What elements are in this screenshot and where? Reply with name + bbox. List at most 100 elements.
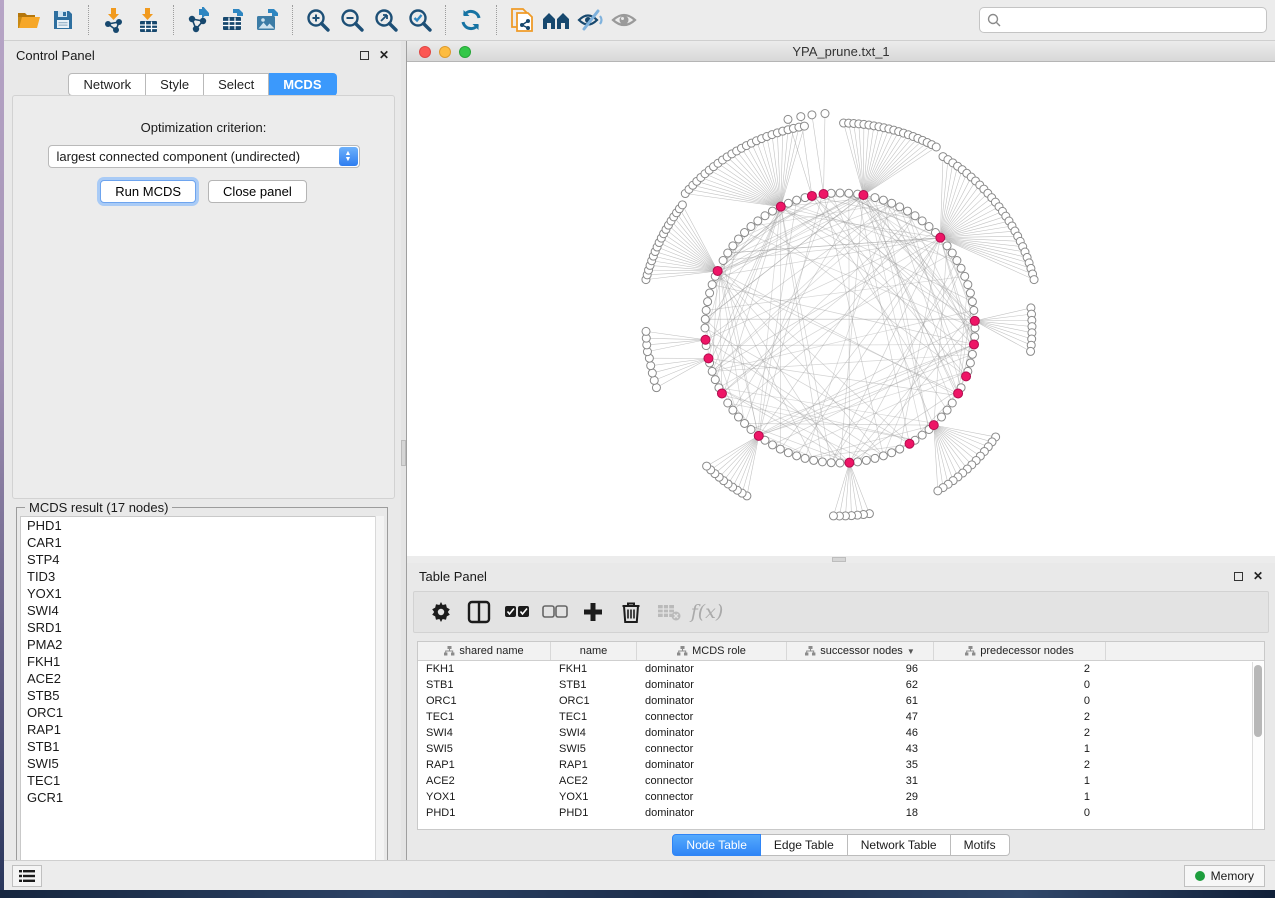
close-panel-icon[interactable]: ✕ bbox=[1253, 570, 1263, 582]
tab-mcds[interactable]: MCDS bbox=[269, 73, 336, 96]
graph-node[interactable] bbox=[904, 207, 912, 215]
save-icon[interactable] bbox=[46, 4, 80, 36]
graph-hub-node[interactable] bbox=[713, 266, 722, 275]
graph-node[interactable] bbox=[776, 445, 784, 453]
graph-node[interactable] bbox=[769, 207, 777, 215]
graph-node[interactable] bbox=[706, 289, 714, 297]
show-all-icon[interactable] bbox=[607, 4, 641, 36]
table-row[interactable]: STB1STB1dominator620 bbox=[418, 677, 1264, 693]
graph-node[interactable] bbox=[741, 229, 749, 237]
network-window-titlebar[interactable]: YPA_prune.txt_1 bbox=[407, 41, 1275, 62]
graph-leaf-node[interactable] bbox=[784, 115, 792, 123]
graph-hub-node[interactable] bbox=[754, 431, 763, 440]
graph-leaf-node[interactable] bbox=[934, 487, 942, 495]
table-row[interactable]: SWI5SWI5connector431 bbox=[418, 741, 1264, 757]
graph-node[interactable] bbox=[937, 413, 945, 421]
window-close-icon[interactable] bbox=[419, 46, 431, 58]
list-item[interactable]: CAR1 bbox=[21, 534, 383, 551]
open-folder-icon[interactable] bbox=[12, 4, 46, 36]
graph-hub-node[interactable] bbox=[905, 439, 914, 448]
optimization-criterion-select[interactable]: largest connected component (undirected)… bbox=[48, 145, 360, 168]
import-table-icon[interactable] bbox=[131, 4, 165, 36]
graph-node[interactable] bbox=[708, 367, 716, 375]
graph-node[interactable] bbox=[896, 203, 904, 211]
select-all-icon[interactable] bbox=[502, 597, 532, 627]
graph-node[interactable] bbox=[735, 235, 743, 243]
graph-node[interactable] bbox=[827, 459, 835, 467]
graph-node[interactable] bbox=[957, 264, 965, 272]
memory-button[interactable]: Memory bbox=[1184, 865, 1265, 887]
graph-node[interactable] bbox=[879, 196, 887, 204]
graph-node[interactable] bbox=[784, 449, 792, 457]
first-neighbors-icon[interactable] bbox=[539, 4, 573, 36]
graph-node[interactable] bbox=[754, 217, 762, 225]
graph-node[interactable] bbox=[724, 249, 732, 257]
graph-leaf-node[interactable] bbox=[642, 327, 650, 335]
close-panel-button[interactable]: Close panel bbox=[208, 180, 307, 203]
window-maximize-icon[interactable] bbox=[459, 46, 471, 58]
graph-node[interactable] bbox=[918, 217, 926, 225]
graph-node[interactable] bbox=[818, 458, 826, 466]
list-item[interactable]: ORC1 bbox=[21, 704, 383, 721]
graph-node[interactable] bbox=[793, 196, 801, 204]
graph-node[interactable] bbox=[747, 425, 755, 433]
graph-node[interactable] bbox=[769, 441, 777, 449]
delete-column-icon[interactable] bbox=[616, 597, 646, 627]
mcds-result-list[interactable]: PHD1CAR1STP4TID3YOX1SWI4SRD1PMA2FKH1ACE2… bbox=[20, 516, 384, 875]
graph-node[interactable] bbox=[711, 376, 719, 384]
table-settings-icon[interactable] bbox=[426, 597, 456, 627]
window-minimize-icon[interactable] bbox=[439, 46, 451, 58]
list-item[interactable]: GCR1 bbox=[21, 789, 383, 806]
export-network-icon[interactable] bbox=[182, 4, 216, 36]
graph-leaf-node[interactable] bbox=[932, 143, 940, 151]
list-item[interactable]: SRD1 bbox=[21, 619, 383, 636]
graph-node[interactable] bbox=[761, 212, 769, 220]
graph-node[interactable] bbox=[966, 359, 974, 367]
graph-leaf-node[interactable] bbox=[808, 111, 816, 119]
graph-node[interactable] bbox=[911, 212, 919, 220]
graph-node[interactable] bbox=[701, 315, 709, 323]
graph-hub-node[interactable] bbox=[819, 190, 828, 199]
graph-leaf-node[interactable] bbox=[800, 122, 808, 130]
graph-hub-node[interactable] bbox=[776, 202, 785, 211]
zoom-fit-icon[interactable] bbox=[369, 4, 403, 36]
list-item[interactable]: STB1 bbox=[21, 738, 383, 755]
graph-node[interactable] bbox=[953, 257, 961, 265]
float-panel-icon[interactable] bbox=[360, 51, 369, 60]
graph-node[interactable] bbox=[729, 406, 737, 414]
graph-leaf-node[interactable] bbox=[703, 462, 711, 470]
run-mcds-button[interactable]: Run MCDS bbox=[100, 180, 196, 203]
graph-leaf-node[interactable] bbox=[829, 512, 837, 520]
table-row[interactable]: YOX1YOX1connector291 bbox=[418, 789, 1264, 805]
list-item[interactable]: ACE2 bbox=[21, 670, 383, 687]
tab-motifs[interactable]: Motifs bbox=[951, 834, 1010, 856]
export-image-icon[interactable] bbox=[250, 4, 284, 36]
graph-node[interactable] bbox=[943, 406, 951, 414]
zoom-out-icon[interactable] bbox=[335, 4, 369, 36]
log-console-button[interactable] bbox=[12, 865, 42, 887]
table-row[interactable]: TEC1TEC1connector472 bbox=[418, 709, 1264, 725]
column-header-name[interactable]: name bbox=[551, 642, 637, 660]
table-scrollbar[interactable] bbox=[1252, 662, 1263, 829]
graph-hub-node[interactable] bbox=[807, 191, 816, 200]
zoom-in-icon[interactable] bbox=[301, 4, 335, 36]
list-item[interactable]: SWI5 bbox=[21, 755, 383, 772]
scrollbar-thumb[interactable] bbox=[1254, 665, 1262, 737]
graph-node[interactable] bbox=[708, 281, 716, 289]
graph-leaf-node[interactable] bbox=[821, 110, 829, 118]
graph-node[interactable] bbox=[968, 350, 976, 358]
table-row[interactable]: ACE2ACE2connector311 bbox=[418, 773, 1264, 789]
graph-hub-node[interactable] bbox=[936, 233, 945, 242]
list-item[interactable]: PHD1 bbox=[21, 517, 383, 534]
graph-node[interactable] bbox=[810, 456, 818, 464]
column-header-MCDS-role[interactable]: MCDS role bbox=[637, 642, 787, 660]
table-row[interactable]: ORC1ORC1dominator610 bbox=[418, 693, 1264, 709]
network-canvas[interactable] bbox=[407, 62, 1275, 556]
horizontal-splitter[interactable] bbox=[407, 556, 1275, 563]
mcds-result-scrollbar[interactable] bbox=[375, 516, 384, 875]
add-column-icon[interactable] bbox=[578, 597, 608, 627]
zoom-selected-icon[interactable] bbox=[403, 4, 437, 36]
graph-node[interactable] bbox=[735, 413, 743, 421]
graph-leaf-node[interactable] bbox=[1027, 347, 1035, 355]
list-item[interactable]: SWI4 bbox=[21, 602, 383, 619]
